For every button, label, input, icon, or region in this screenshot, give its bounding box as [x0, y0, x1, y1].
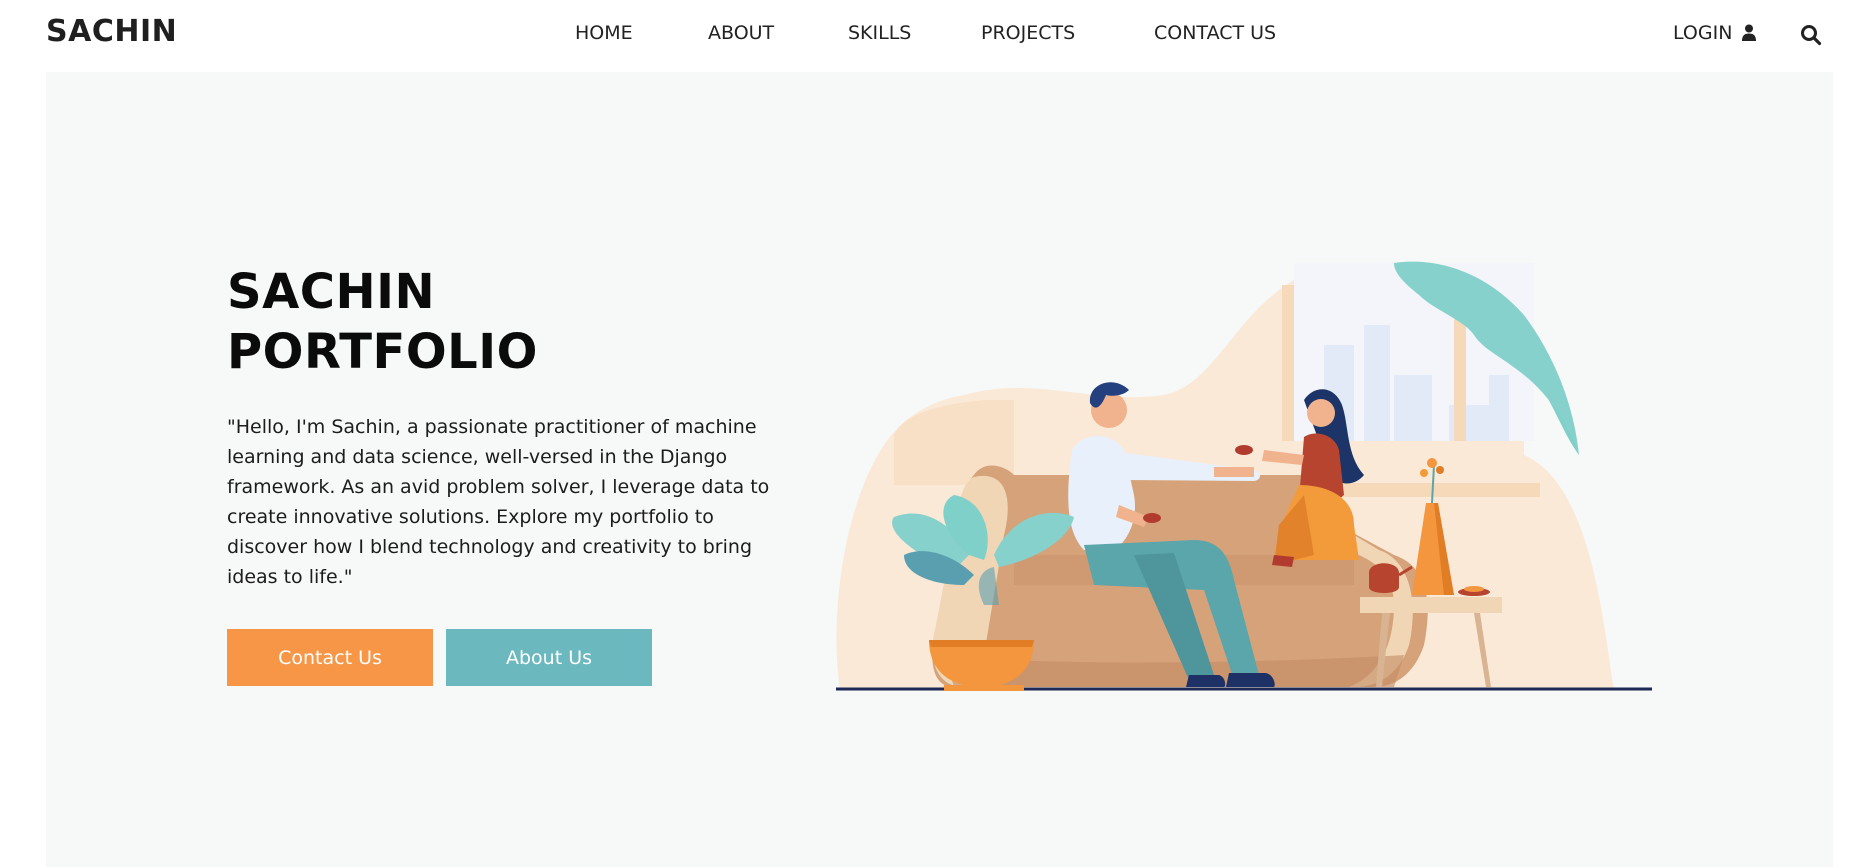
nav-projects[interactable]: PROJECTS [981, 22, 1075, 44]
login-link[interactable]: LOGIN [1673, 22, 1757, 44]
search-icon [1801, 25, 1822, 46]
login-label: LOGIN [1673, 22, 1733, 44]
nav-contact-us[interactable]: CONTACT US [1154, 22, 1276, 44]
nav-home[interactable]: HOME [575, 22, 633, 44]
user-icon [1742, 24, 1757, 41]
brand-logo[interactable]: SACHIN [46, 14, 177, 49]
couple-on-sofa-illustration [836, 261, 1652, 691]
hero-title: SACHIN PORTFOLIO [227, 262, 538, 382]
contact-us-button[interactable]: Contact Us [227, 629, 433, 686]
nav-skills[interactable]: SKILLS [848, 22, 911, 44]
nav-about[interactable]: ABOUT [708, 22, 774, 44]
search-button[interactable] [1800, 24, 1822, 46]
about-us-button[interactable]: About Us [446, 629, 652, 686]
hero-title-line-1: SACHIN [227, 264, 436, 320]
top-navbar: SACHIN HOME ABOUT SKILLS PROJECTS CONTAC… [0, 0, 1872, 72]
hero-description: "Hello, I'm Sachin, a passionate practit… [227, 416, 770, 588]
hero-title-line-2: PORTFOLIO [227, 324, 538, 380]
